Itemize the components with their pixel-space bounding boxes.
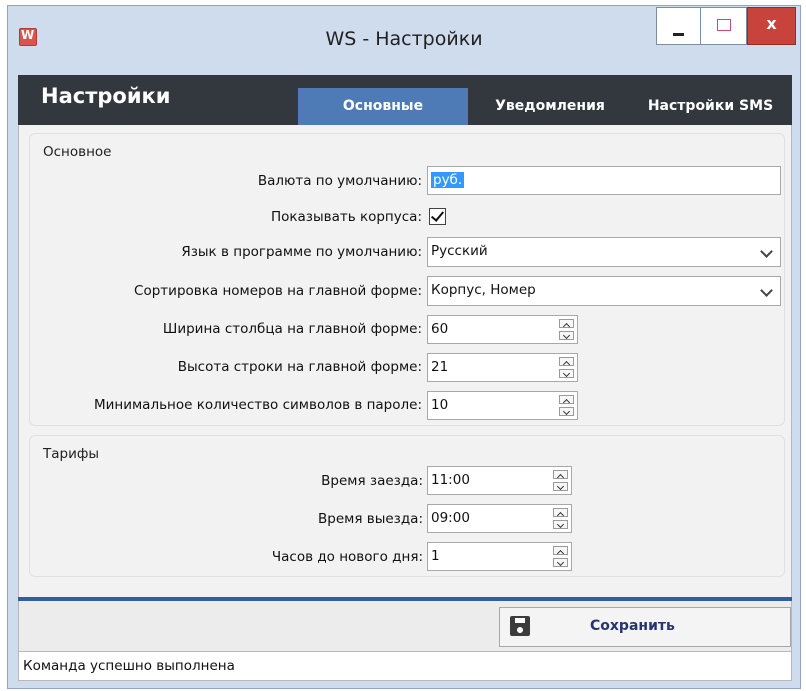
currency-label: Валюта по умолчанию: bbox=[257, 173, 422, 189]
language-select[interactable]: Русский bbox=[427, 237, 781, 267]
spin-up-icon[interactable] bbox=[559, 357, 574, 367]
show-buildings-checkbox[interactable] bbox=[429, 208, 446, 225]
sort-value: Корпус, Номер bbox=[431, 282, 536, 298]
hours-label: Часов до нового дня: bbox=[271, 549, 423, 565]
spin-up-icon[interactable] bbox=[553, 470, 568, 480]
tab-notifications[interactable]: Уведомления bbox=[480, 88, 620, 125]
checkout-value: 09:00 bbox=[431, 510, 470, 526]
settings-panel: Основное Валюта по умолчанию: руб. Показ… bbox=[18, 125, 792, 599]
chevron-down-icon bbox=[760, 284, 773, 297]
min-password-stepper[interactable]: 10 bbox=[427, 391, 578, 420]
settings-window: WS - Настройки x Настройки Основные Увед… bbox=[7, 5, 801, 689]
title-bar[interactable]: WS - Настройки x bbox=[8, 6, 800, 68]
spin-buttons[interactable] bbox=[553, 508, 568, 529]
checkin-time-stepper[interactable]: 11:00 bbox=[427, 466, 572, 495]
spin-down-icon[interactable] bbox=[553, 519, 568, 529]
general-group: Основное Валюта по умолчанию: руб. Показ… bbox=[29, 133, 785, 426]
tariffs-group: Тарифы Время заезда: 11:00 Время выезда:… bbox=[29, 435, 785, 577]
show-buildings-label: Показывать корпуса: bbox=[270, 209, 422, 225]
hours-value: 1 bbox=[431, 548, 440, 564]
checkout-label: Время выезда: bbox=[318, 511, 423, 527]
maximize-button[interactable] bbox=[701, 7, 747, 45]
checkin-label: Время заезда: bbox=[321, 473, 423, 489]
chevron-down-icon bbox=[760, 245, 773, 258]
spin-buttons[interactable] bbox=[553, 470, 568, 491]
currency-value: руб. bbox=[431, 172, 465, 188]
close-button[interactable]: x bbox=[747, 7, 796, 45]
spin-down-icon[interactable] bbox=[559, 330, 574, 340]
status-text: Команда успешно выполнена bbox=[23, 658, 235, 674]
footer-bar: Сохранить bbox=[18, 601, 792, 651]
general-group-title: Основное bbox=[43, 144, 112, 160]
spin-down-icon[interactable] bbox=[553, 557, 568, 567]
column-width-label: Ширина столбца на главной форме: bbox=[162, 321, 422, 337]
spin-down-icon[interactable] bbox=[553, 481, 568, 491]
spin-down-icon[interactable] bbox=[559, 368, 574, 378]
sort-label: Сортировка номеров на главной форме: bbox=[134, 283, 422, 299]
spin-up-icon[interactable] bbox=[559, 319, 574, 329]
save-icon bbox=[510, 616, 530, 636]
language-value: Русский bbox=[431, 243, 488, 259]
save-button[interactable]: Сохранить bbox=[499, 607, 791, 647]
spin-down-icon[interactable] bbox=[559, 406, 574, 416]
spin-buttons[interactable] bbox=[559, 319, 574, 340]
spin-up-icon[interactable] bbox=[553, 508, 568, 518]
tab-sms-settings[interactable]: Настройки SMS bbox=[638, 88, 783, 125]
min-password-value: 10 bbox=[431, 397, 449, 413]
column-width-value: 60 bbox=[431, 321, 449, 337]
hours-stepper[interactable]: 1 bbox=[427, 542, 572, 571]
checkin-value: 11:00 bbox=[431, 472, 470, 488]
status-bar: Команда успешно выполнена bbox=[18, 651, 792, 681]
column-width-stepper[interactable]: 60 bbox=[427, 315, 578, 344]
spin-buttons[interactable] bbox=[559, 357, 574, 378]
tab-general[interactable]: Основные bbox=[298, 88, 468, 125]
min-password-label: Минимальное количество символов в пароле… bbox=[93, 397, 422, 413]
spin-up-icon[interactable] bbox=[553, 546, 568, 556]
minimize-button[interactable] bbox=[656, 7, 701, 45]
currency-input[interactable]: руб. bbox=[427, 166, 781, 195]
close-icon: x bbox=[766, 14, 777, 33]
sort-select[interactable]: Корпус, Номер bbox=[427, 276, 781, 306]
tariffs-group-title: Тарифы bbox=[43, 446, 100, 462]
settings-header: Настройки Основные Уведомления Настройки… bbox=[18, 75, 792, 125]
spin-up-icon[interactable] bbox=[559, 395, 574, 405]
spin-buttons[interactable] bbox=[559, 395, 574, 416]
row-height-value: 21 bbox=[431, 359, 449, 375]
save-button-label: Сохранить bbox=[590, 618, 675, 634]
checkout-time-stepper[interactable]: 09:00 bbox=[427, 504, 572, 533]
row-height-stepper[interactable]: 21 bbox=[427, 353, 578, 382]
language-label: Язык в программе по умолчанию: bbox=[181, 244, 422, 260]
row-height-label: Высота строки на главной форме: bbox=[177, 359, 422, 375]
page-title: Настройки bbox=[41, 84, 171, 108]
spin-buttons[interactable] bbox=[553, 546, 568, 567]
